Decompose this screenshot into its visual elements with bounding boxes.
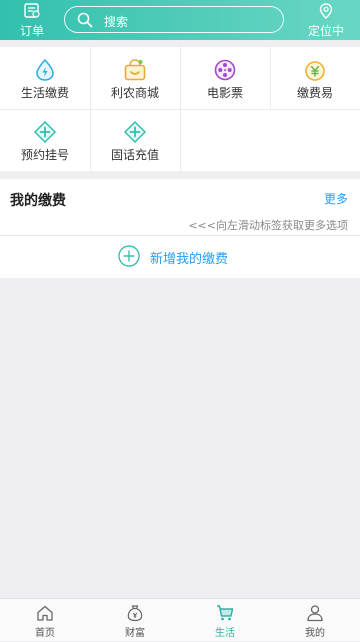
service-landline-recharge[interactable]: 固话充值: [90, 109, 180, 171]
location-pin-icon: [319, 3, 333, 23]
service-living-payment[interactable]: 生活缴费: [0, 47, 90, 109]
film-reel-icon: [213, 58, 237, 82]
services-grid: 生活缴费 利农商城 电影票 缴费易 预约挂号 固话充值: [0, 47, 360, 171]
money-bag-icon: [126, 604, 144, 626]
tab-label: 我的: [305, 628, 325, 639]
location-label: 定位中: [307, 24, 344, 38]
service-label: 固话充值: [110, 148, 159, 162]
service-label: 电影票: [206, 86, 243, 100]
search-icon: [77, 12, 93, 32]
service-movie-ticket[interactable]: 电影票: [180, 47, 270, 109]
add-payment-label: 新增我的缴费: [150, 252, 229, 267]
orders-label: 订单: [19, 24, 44, 38]
tab-label: 财富: [125, 628, 145, 639]
medical-cross-icon: [123, 120, 147, 144]
orders-button[interactable]: 订单: [14, 3, 50, 38]
service-easy-pay[interactable]: 缴费易: [270, 47, 360, 109]
water-drop-icon: [33, 58, 57, 82]
medical-cross-icon: [33, 120, 57, 144]
top-header: 订单 搜索 定位中: [0, 0, 360, 40]
tab-mine[interactable]: 我的: [270, 599, 360, 642]
bottom-tab-bar: 首页 财富 生活 我的: [0, 598, 360, 641]
tab-label: 首页: [35, 628, 55, 639]
tab-life[interactable]: 生活: [180, 599, 270, 642]
tab-label: 生活: [215, 628, 235, 639]
user-icon: [306, 604, 324, 626]
service-farm-mall[interactable]: 利农商城: [90, 47, 180, 109]
service-label: 生活缴费: [20, 86, 69, 100]
service-label: 预约挂号: [20, 148, 69, 162]
section-title: 我的缴费: [10, 193, 66, 209]
orders-icon: [23, 3, 41, 23]
more-link[interactable]: 更多: [324, 190, 348, 207]
location-button[interactable]: 定位中: [304, 3, 348, 38]
swipe-hint: <<<向左滑动标签获取更多选项: [188, 219, 348, 232]
my-payments-panel: 我的缴费 更多 <<<向左滑动标签获取更多选项 新增我的缴费: [0, 179, 360, 278]
tab-wealth[interactable]: 财富: [90, 599, 180, 642]
yuan-coin-icon: [303, 58, 327, 82]
search-input[interactable]: 搜索: [64, 6, 284, 33]
service-label: 缴费易: [296, 86, 333, 100]
home-icon: [36, 604, 54, 626]
service-appointment[interactable]: 预约挂号: [0, 109, 90, 171]
service-label: 利农商城: [110, 86, 159, 100]
divider: [0, 235, 360, 236]
shopping-cart-icon: [216, 604, 234, 626]
tab-home[interactable]: 首页: [0, 599, 90, 642]
add-circle-icon: [118, 245, 140, 271]
search-placeholder: 搜索: [104, 15, 129, 29]
shopping-basket-icon: [123, 58, 147, 82]
